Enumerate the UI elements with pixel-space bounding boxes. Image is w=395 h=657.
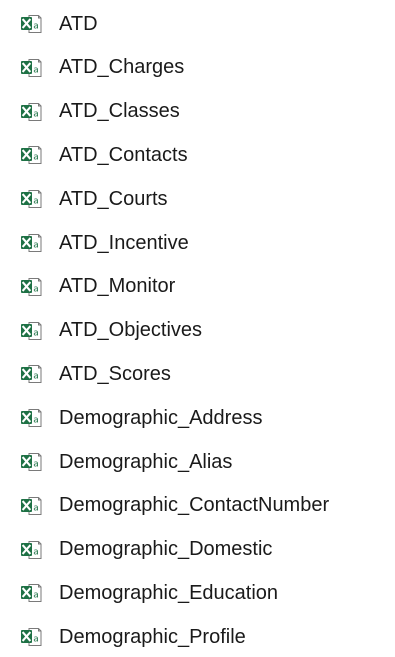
file-name: Demographic_Alias [59,450,233,473]
excel-file-icon: a [20,452,42,472]
excel-file-icon: a [20,233,42,253]
svg-text:a: a [33,591,39,601]
file-name: ATD_Incentive [59,231,189,254]
excel-file-icon: a [20,540,42,560]
file-item-12[interactable]: a Demographic_ContactNumber [0,486,395,526]
file-name: ATD_Scores [59,362,171,385]
excel-file-icon: a [20,14,42,34]
svg-text:a: a [33,65,39,75]
svg-text:a: a [33,22,39,32]
svg-text:a: a [33,284,39,294]
file-item-10[interactable]: a Demographic_Address [0,398,395,438]
svg-text:a: a [33,547,39,557]
file-item-4[interactable]: a ATD_Contacts [0,135,395,175]
file-name: Demographic_Profile [59,625,246,648]
excel-file-icon: a [20,408,42,428]
excel-file-icon: a [20,145,42,165]
file-item-6[interactable]: a ATD_Incentive [0,223,395,263]
svg-text:a: a [33,241,39,251]
svg-text:a: a [33,153,39,163]
file-name: ATD_Charges [59,56,185,79]
svg-text:a: a [33,635,39,645]
svg-text:a: a [33,460,39,470]
excel-file-icon: a [20,627,42,647]
file-item-9[interactable]: a ATD_Scores [0,354,395,394]
svg-text:a: a [33,197,39,207]
file-name: ATD_Courts [59,187,168,210]
file-name: ATD_Monitor [59,275,176,298]
excel-file-icon: a [20,277,42,297]
svg-text:a: a [33,109,39,119]
file-name: ATD_Classes [59,100,180,123]
file-item-8[interactable]: a ATD_Objectives [0,311,395,351]
file-item-14[interactable]: a Demographic_Education [0,573,395,613]
svg-text:a: a [33,503,39,513]
file-item-11[interactable]: a Demographic_Alias [0,442,395,482]
file-name: ATD_Objectives [59,319,203,342]
svg-text:a: a [33,416,39,426]
excel-file-icon: a [20,189,42,209]
file-item-7[interactable]: a ATD_Monitor [0,267,395,307]
svg-text:a: a [33,372,39,382]
excel-file-icon: a [20,102,42,122]
file-item-3[interactable]: a ATD_Classes [0,92,395,132]
file-list: a ATD a ATD_Charges a ATD_Classes a ATD_… [0,0,395,655]
file-name: Demographic_Address [59,406,263,429]
svg-text:a: a [33,328,39,338]
file-name: ATD [59,12,98,35]
file-name: Demographic_Education [59,581,279,604]
file-item-2[interactable]: a ATD_Charges [0,48,395,88]
excel-file-icon: a [20,496,42,516]
file-item-13[interactable]: a Demographic_Domestic [0,530,395,570]
file-item-5[interactable]: a ATD_Courts [0,179,395,219]
excel-file-icon: a [20,58,42,78]
file-name: Demographic_Domestic [59,538,273,561]
excel-file-icon: a [20,583,42,603]
excel-file-icon: a [20,321,42,341]
file-name: ATD_Contacts [59,143,188,166]
file-name: Demographic_ContactNumber [59,494,330,517]
excel-file-icon: a [20,364,42,384]
file-item-1[interactable]: a ATD [0,4,395,44]
file-item-15[interactable]: a Demographic_Profile [0,617,395,657]
